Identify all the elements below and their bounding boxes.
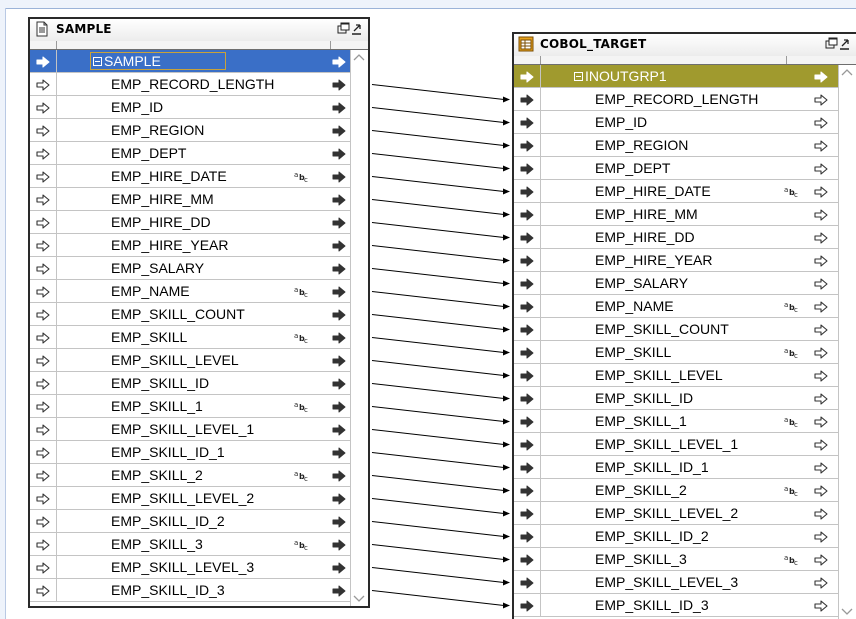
- link-arrowhead: [503, 441, 510, 448]
- link-arrowhead: [503, 257, 510, 264]
- port-link-line[interactable]: [371, 429, 505, 445]
- link-arrowhead: [503, 280, 510, 287]
- port-link-line[interactable]: [371, 84, 505, 100]
- link-arrowhead: [503, 303, 510, 310]
- port-link-line[interactable]: [371, 544, 505, 560]
- link-arrowhead: [503, 119, 510, 126]
- link-arrowhead: [503, 96, 510, 103]
- link-arrowhead: [503, 211, 510, 218]
- link-arrowhead: [503, 579, 510, 586]
- port-link-line[interactable]: [371, 498, 505, 514]
- port-link-line[interactable]: [371, 268, 505, 284]
- port-link-line[interactable]: [371, 291, 505, 307]
- port-link-line[interactable]: [371, 521, 505, 537]
- port-link-line[interactable]: [371, 222, 505, 238]
- port-link-line[interactable]: [371, 383, 505, 399]
- link-arrowhead: [503, 326, 510, 333]
- link-arrowhead: [503, 142, 510, 149]
- port-link-line[interactable]: [371, 475, 505, 491]
- port-link-layer: [371, 84, 510, 609]
- port-link-line[interactable]: [371, 590, 505, 606]
- link-arrowhead: [503, 602, 510, 609]
- port-link-line[interactable]: [371, 245, 505, 261]
- port-link-line[interactable]: [371, 176, 505, 192]
- link-arrowhead: [503, 418, 510, 425]
- port-link-line[interactable]: [371, 360, 505, 376]
- port-link-line[interactable]: [371, 567, 505, 583]
- port-link-line[interactable]: [371, 153, 505, 169]
- port-link-line[interactable]: [371, 337, 505, 353]
- link-arrowhead: [503, 533, 510, 540]
- link-arrowhead: [503, 234, 510, 241]
- port-link-line[interactable]: [371, 130, 505, 146]
- link-arrowhead: [503, 487, 510, 494]
- link-arrowhead: [503, 372, 510, 379]
- link-arrowhead: [503, 165, 510, 172]
- link-arrowhead: [503, 188, 510, 195]
- link-arrowhead: [503, 395, 510, 402]
- port-link-line[interactable]: [371, 406, 505, 422]
- port-link-line[interactable]: [371, 452, 505, 468]
- link-arrowhead: [503, 349, 510, 356]
- link-arrowhead: [503, 510, 510, 517]
- mapping-canvas[interactable]: SAMPLE SAMPLE EMP_RECORD_LENGTH EMP_ID EMP_…: [0, 0, 856, 619]
- port-link-line[interactable]: [371, 107, 505, 123]
- port-link-line[interactable]: [371, 314, 505, 330]
- link-arrowhead: [503, 464, 510, 471]
- link-arrowhead: [503, 556, 510, 563]
- port-link-line[interactable]: [371, 199, 505, 215]
